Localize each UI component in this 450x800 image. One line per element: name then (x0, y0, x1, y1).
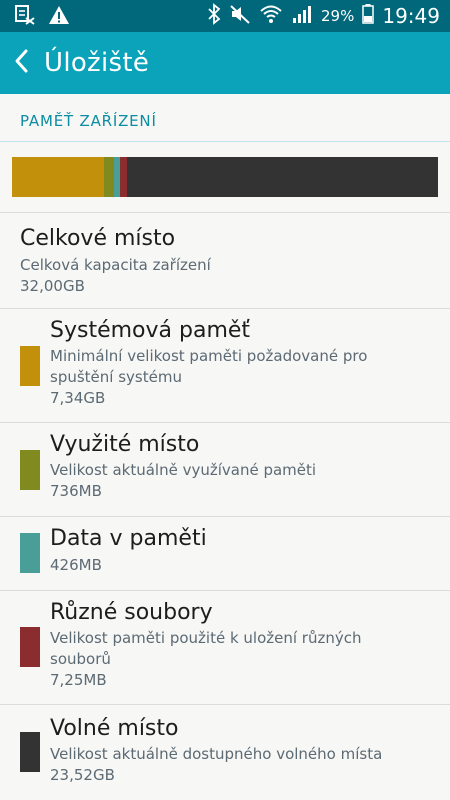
storage-item-value: 7,25MB (50, 671, 107, 689)
status-bar: 29% 19:49 (0, 0, 450, 32)
total-space-row: Celkové místo Celková kapacita zařízení … (0, 212, 450, 308)
storage-item-title: Data v paměti (50, 526, 207, 551)
storage-item-subtitle: Velikost aktuálně využívané paměti (50, 461, 317, 479)
app-bar: Úložiště (0, 32, 450, 94)
color-swatch (20, 533, 40, 573)
storage-item-cached[interactable]: Data v paměti 426MB (0, 516, 450, 590)
storage-item-value: 7,34GB (50, 389, 106, 407)
total-space-value: 32,00GB (20, 277, 85, 295)
storage-item-subtitle: Velikost aktuálně dostupného volného mís… (50, 745, 383, 763)
storage-item-title: Různé soubory (50, 600, 213, 625)
screenshot-notification-icon (14, 4, 36, 30)
storage-item-system[interactable]: Systémová paměť Minimální velikost pamět… (0, 308, 450, 422)
storage-item-subtitle: Minimální velikost paměti požadované pro (50, 347, 368, 365)
usage-segment-misc (120, 157, 128, 197)
clock: 19:49 (382, 4, 440, 28)
storage-item-subtitle-cont: spuštění systému (50, 368, 182, 386)
storage-usage-bar (12, 157, 438, 197)
storage-item-title: Volné místo (50, 716, 179, 741)
storage-item-value: 736MB (50, 482, 102, 500)
total-space-title: Celkové místo (20, 226, 176, 251)
storage-item-used[interactable]: Využité místo Velikost aktuálně využívan… (0, 422, 450, 516)
storage-item-subtitle-cont: souborů (50, 650, 111, 668)
color-swatch (20, 732, 40, 772)
section-header: PAMĚŤ ZAŘÍZENÍ (20, 112, 157, 130)
signal-icon (291, 3, 313, 29)
mute-icon (229, 3, 251, 29)
storage-item-title: Systémová paměť (50, 318, 251, 343)
bluetooth-icon (207, 3, 221, 29)
color-swatch (20, 627, 40, 667)
battery-icon (362, 3, 375, 29)
storage-item-free[interactable]: Volné místo Velikost aktuálně dostupného… (0, 704, 450, 800)
usage-segment-used (104, 157, 115, 197)
chevron-left-icon (13, 48, 31, 78)
storage-item-misc[interactable]: Různé soubory Velikost paměti použité k … (0, 590, 450, 704)
back-button[interactable] (2, 32, 42, 94)
storage-item-title: Využité místo (50, 432, 200, 457)
page-title: Úložiště (44, 48, 150, 78)
storage-item-value: 23,52GB (50, 766, 115, 784)
total-space-subtitle: Celková kapacita zařízení (20, 256, 211, 274)
warning-icon (48, 4, 70, 30)
storage-item-value: 426MB (50, 556, 102, 574)
storage-item-subtitle: Velikost paměti použité k uložení různýc… (50, 629, 362, 647)
usage-segment-system (12, 157, 105, 197)
wifi-icon (259, 3, 283, 29)
battery-percent: 29% (321, 7, 355, 25)
section-divider (0, 141, 450, 142)
color-swatch (20, 346, 40, 386)
usage-segment-free (127, 157, 424, 197)
color-swatch (20, 450, 40, 490)
